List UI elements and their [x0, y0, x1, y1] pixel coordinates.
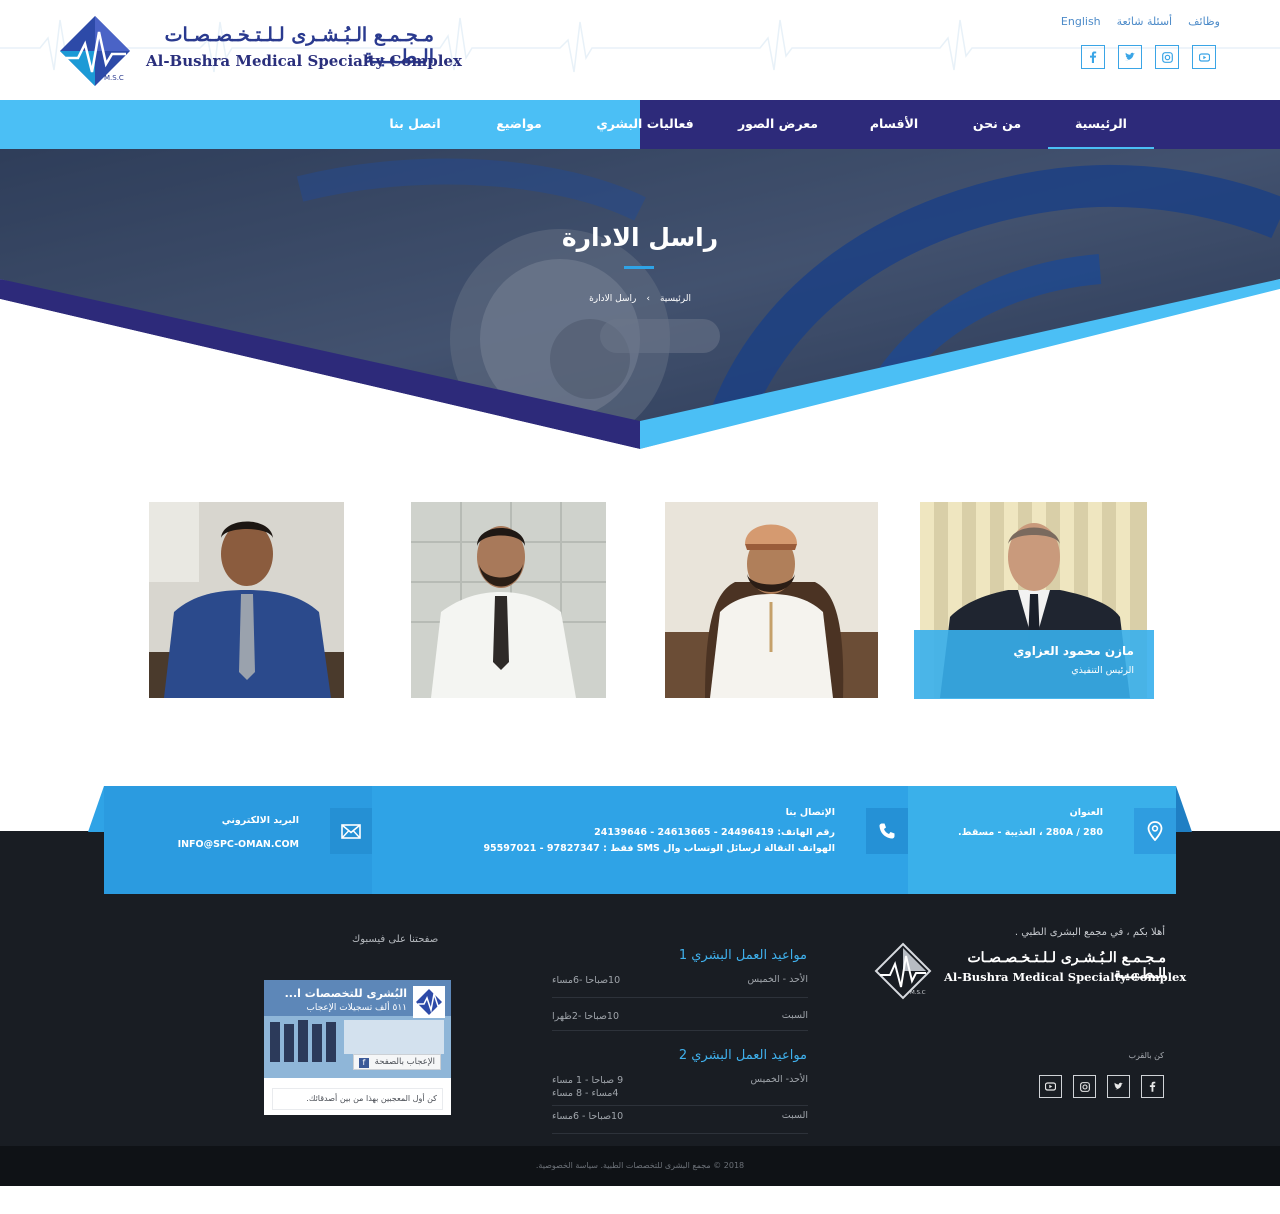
site-header: M.S.C مـجـمـع الـبُـشـرى لـلـتـخـصـصـات …: [0, 0, 1280, 100]
person-omani-dress-photo: [665, 502, 878, 698]
breadcrumb-current: راسل الادارة: [589, 294, 637, 304]
logo-english-text: Al-Bushra Medical Specialty Complex: [146, 52, 462, 70]
contact-phone-block: [372, 786, 908, 894]
working-hours-1-row-weekdays: الأحد - الخميس 10صباحا -6مساء: [552, 974, 808, 998]
facebook-widget-title: صفحتنا على فيسبوك: [352, 934, 439, 945]
envelope-icon: [330, 808, 372, 854]
logo-mark-icon: M.S.C: [60, 16, 130, 86]
instagram-icon[interactable]: [1073, 1075, 1096, 1098]
phone-numbers: رقم الهاتف: 24496419 - 24613665 - 241396…: [594, 827, 835, 838]
nav-gallery[interactable]: معرض الصور: [732, 100, 824, 149]
instagram-icon[interactable]: [1155, 45, 1179, 69]
working-hours-2-title: مواعيد العمل البشري 2: [678, 1048, 807, 1063]
facebook-friends-note: كن أول المعجبين بهذا من بين أصدقائك.: [272, 1088, 443, 1110]
footer-social-links: [1039, 1075, 1164, 1098]
team-member-photo-4[interactable]: [149, 502, 344, 698]
facebook-icon[interactable]: [1081, 45, 1105, 69]
footer-welcome-text: أهلا بكم ، في مجمع البشرى الطبي .: [1014, 927, 1165, 938]
mobile-numbers: الهواتف النقالة لرسائل الوتساب وال SMS ف…: [483, 843, 835, 854]
twitter-icon[interactable]: [1107, 1075, 1130, 1098]
twitter-icon[interactable]: [1118, 45, 1142, 69]
working-hours-1-title: مواعيد العمل البشري 1: [678, 948, 807, 963]
youtube-icon[interactable]: [1192, 45, 1216, 69]
team-member-caption: مازن محمود العزاوي الرئيس التنفيذي: [914, 630, 1154, 699]
page-title: راسل الادارة: [561, 223, 719, 252]
facebook-like-label: الإعجاب بالصفحة: [374, 1057, 435, 1067]
facebook-page-widget[interactable]: البُشرى للتخصصات ا... ٥١١ ألف تسجيلات ال…: [264, 980, 451, 1115]
team-member-photo-3[interactable]: [411, 502, 606, 698]
breadcrumb: الرئيسية › راسل الادارة: [0, 294, 1280, 304]
top-links: وظائف أسئلة شائعة English: [1061, 15, 1220, 28]
team-member-photo-2[interactable]: [665, 502, 878, 698]
address-title: العنوان: [1069, 807, 1103, 818]
facebook-like-button[interactable]: الإعجاب بالصفحة f: [352, 1054, 441, 1070]
working-hours-2-row-weekdays: الأحد- الخميس 9 صباحا - 1 مساء 4مساء - 8 …: [552, 1074, 808, 1106]
footer-logo-mark-icon: M.S.C: [874, 942, 932, 1000]
main-nav: الرئيسية من نحن الأقسام معرض الصور فعالي…: [0, 100, 1280, 149]
location-pin-icon: [1134, 808, 1176, 854]
breadcrumb-separator: ›: [646, 294, 650, 304]
email-title: البريد الالكتروني: [221, 815, 299, 826]
footer-logo[interactable]: M.S.C مـجـمـع الـبُـشـرى لـلـتـخـصـصـات …: [874, 942, 1186, 1002]
title-underline: [624, 266, 654, 269]
nav-contact[interactable]: اتصل بنا: [380, 100, 450, 149]
breadcrumb-home[interactable]: الرئيسية: [660, 294, 691, 304]
nav-about[interactable]: من نحن: [962, 100, 1032, 149]
team-member-role: الرئيس التنفيذي: [1071, 665, 1134, 676]
phone-title: الإتصال بنا: [785, 807, 835, 818]
facebook-logo-icon: f: [358, 1058, 369, 1068]
svg-text:M.S.C: M.S.C: [910, 990, 926, 996]
site-logo[interactable]: M.S.C مـجـمـع الـبُـشـرى لـلـتـخـصـصـات …: [58, 14, 462, 88]
phone-icon: [866, 808, 908, 854]
facebook-likes-count: ٥١١ ألف تسجيلات الإعجاب: [306, 1003, 407, 1013]
nav-events[interactable]: فعاليات البشري: [594, 100, 696, 149]
person-blue-shirt-photo: [149, 502, 344, 698]
header-social-links: [1081, 45, 1216, 69]
nav-home[interactable]: الرئيسية: [1048, 100, 1154, 149]
facebook-icon[interactable]: [1141, 1075, 1164, 1098]
footer-logo-english: Al-Bushra Medical Specialty Complex: [944, 970, 1187, 984]
svg-text:M.S.C: M.S.C: [104, 74, 124, 82]
team-member-name: مازن محمود العزاوي: [1013, 644, 1134, 658]
strip-wing-right: [1174, 786, 1192, 832]
person-white-shirt-photo: [411, 502, 606, 698]
working-hours-2-row-saturday: السبت 10صباحا - 6مساء: [552, 1110, 808, 1134]
address-text: 280 / 280A ، العذيبة - مسقط.: [958, 827, 1103, 838]
email-link[interactable]: INFO@SPC-OMAN.COM: [178, 839, 299, 850]
working-hours-1-row-saturday: السبت 10صباحا -2ظهرا: [552, 1010, 808, 1031]
youtube-icon[interactable]: [1039, 1075, 1062, 1098]
page-hero: راسل الادارة الرئيسية › راسل الادارة: [0, 149, 1280, 449]
nav-departments[interactable]: الأقسام: [858, 100, 930, 149]
facebook-page-name[interactable]: البُشرى للتخصصات ا...: [285, 987, 407, 1000]
english-language-link[interactable]: English: [1061, 15, 1101, 28]
stay-close-label: كن بالقرب: [1128, 1051, 1164, 1060]
faq-link[interactable]: أسئلة شائعة: [1117, 15, 1172, 28]
nav-topics[interactable]: مواضيع: [484, 100, 554, 149]
jobs-link[interactable]: وظائف: [1188, 15, 1220, 28]
copyright-bar: 2018 © مجمع البشرى للتخصصات الطبية. سياس…: [0, 1146, 1280, 1186]
